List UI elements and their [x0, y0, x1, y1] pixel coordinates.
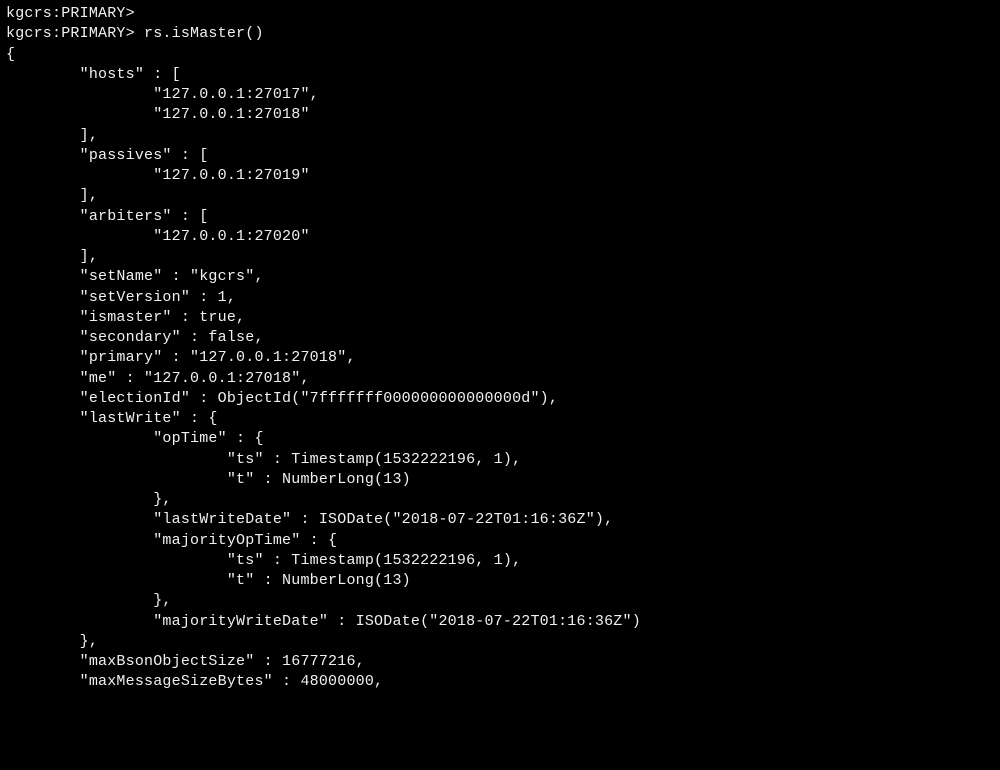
output-line: "secondary" : false,	[6, 328, 994, 348]
output-line: ],	[6, 126, 994, 146]
output-line: "majorityOpTime" : {	[6, 531, 994, 551]
output-line: "ts" : Timestamp(1532222196, 1),	[6, 450, 994, 470]
output-line: },	[6, 490, 994, 510]
output-line: ],	[6, 247, 994, 267]
prompt-line: kgcrs:PRIMARY>	[6, 4, 994, 24]
output-line: "127.0.0.1:27018"	[6, 105, 994, 125]
output-line: "setVersion" : 1,	[6, 288, 994, 308]
output-line: "maxMessageSizeBytes" : 48000000,	[6, 672, 994, 692]
output-line: "electionId" : ObjectId("7fffffff0000000…	[6, 389, 994, 409]
output-line: "ts" : Timestamp(1532222196, 1),	[6, 551, 994, 571]
output-line: "hosts" : [	[6, 65, 994, 85]
output-line: "127.0.0.1:27019"	[6, 166, 994, 186]
output-line: "t" : NumberLong(13)	[6, 470, 994, 490]
output-line: "127.0.0.1:27020"	[6, 227, 994, 247]
output-line: "setName" : "kgcrs",	[6, 267, 994, 287]
output-line: "ismaster" : true,	[6, 308, 994, 328]
output-line: },	[6, 591, 994, 611]
output-line: "t" : NumberLong(13)	[6, 571, 994, 591]
output-line: ],	[6, 186, 994, 206]
output-line: "lastWrite" : {	[6, 409, 994, 429]
output-line: "127.0.0.1:27017",	[6, 85, 994, 105]
prompt-line: kgcrs:PRIMARY> rs.isMaster()	[6, 24, 994, 44]
terminal-output[interactable]: kgcrs:PRIMARY>kgcrs:PRIMARY> rs.isMaster…	[0, 0, 1000, 697]
output-line: "opTime" : {	[6, 429, 994, 449]
output-line: "lastWriteDate" : ISODate("2018-07-22T01…	[6, 510, 994, 530]
output-line: "primary" : "127.0.0.1:27018",	[6, 348, 994, 368]
output-line: "me" : "127.0.0.1:27018",	[6, 369, 994, 389]
output-line: {	[6, 45, 994, 65]
output-line: "maxBsonObjectSize" : 16777216,	[6, 652, 994, 672]
output-line: "majorityWriteDate" : ISODate("2018-07-2…	[6, 612, 994, 632]
output-line: "arbiters" : [	[6, 207, 994, 227]
output-line: "passives" : [	[6, 146, 994, 166]
output-line: },	[6, 632, 994, 652]
